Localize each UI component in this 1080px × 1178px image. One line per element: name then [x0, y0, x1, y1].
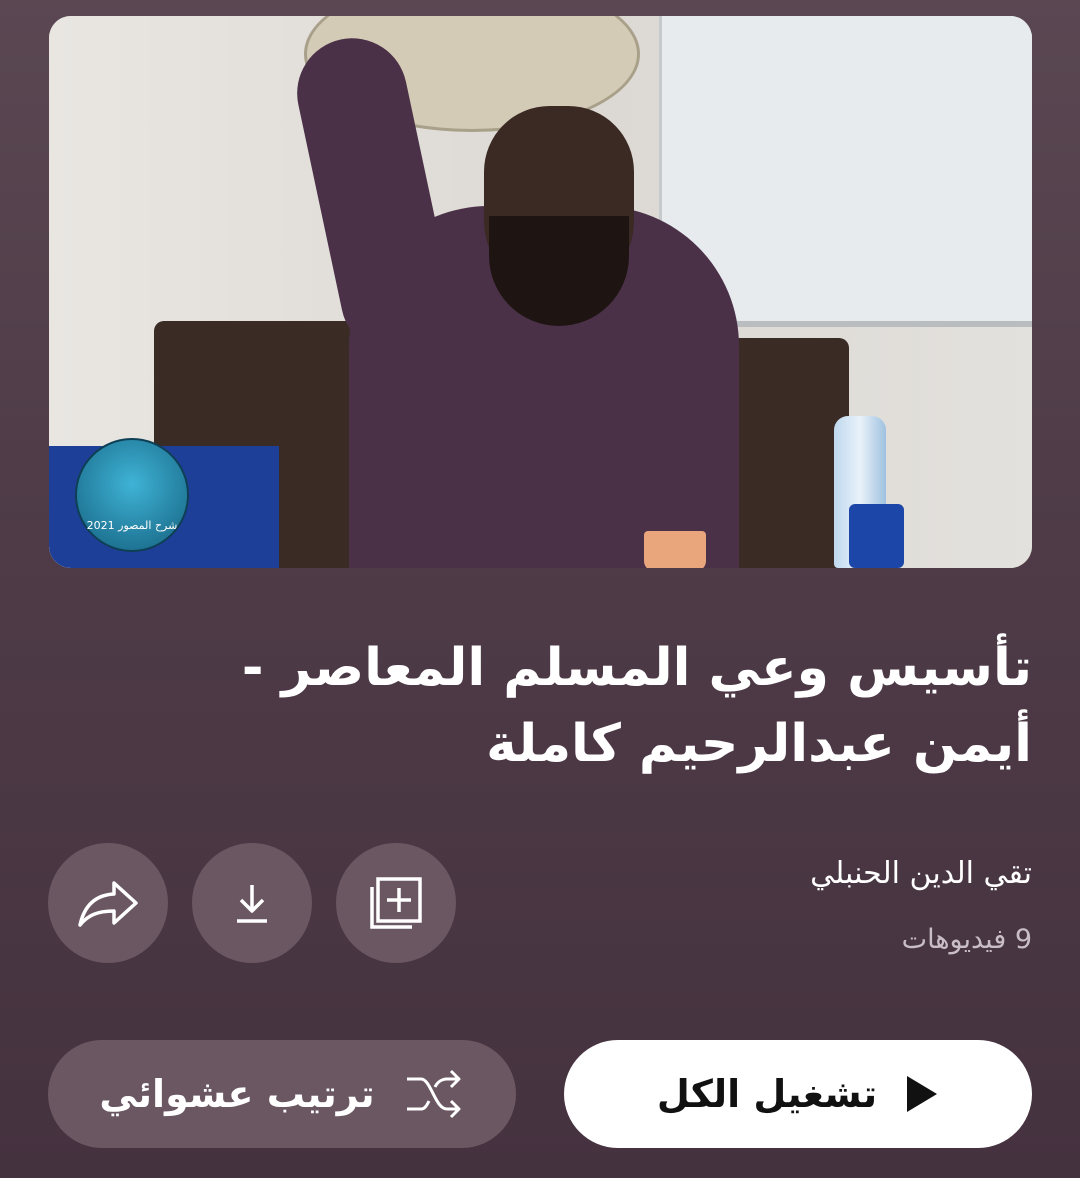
playlist-thumbnail[interactable]: شرح المصور 2021	[49, 16, 1032, 568]
playlist-title: تأسيس وعي المسلم المعاصر - أيمن عبدالرحي…	[241, 638, 1032, 774]
shuffle-icon	[406, 1069, 461, 1119]
thumbnail-can	[849, 504, 904, 568]
shuffle-button[interactable]: ترتيب عشوائي	[48, 1040, 516, 1148]
download-button[interactable]	[192, 843, 312, 963]
channel-watermark-logo: شرح المصور 2021	[75, 438, 189, 552]
add-to-library-button[interactable]	[336, 843, 456, 963]
play-all-button[interactable]: تشغيل الكل	[564, 1040, 1032, 1148]
channel-name[interactable]: تقي الدين الحنبلي	[810, 856, 1032, 891]
share-icon	[78, 881, 138, 927]
video-count: 9 فيديوهات	[901, 924, 1032, 955]
shuffle-label: ترتيب عشوائي	[99, 1072, 375, 1116]
thumbnail-chair	[729, 338, 849, 568]
play-icon	[907, 1076, 938, 1112]
share-button[interactable]	[48, 843, 168, 963]
download-icon	[237, 885, 267, 923]
play-all-label: تشغيل الكل	[656, 1072, 878, 1116]
library-add-icon	[370, 877, 422, 929]
watermark-text: شرح المصور 2021	[86, 519, 178, 532]
thumbnail-cup	[644, 531, 706, 568]
